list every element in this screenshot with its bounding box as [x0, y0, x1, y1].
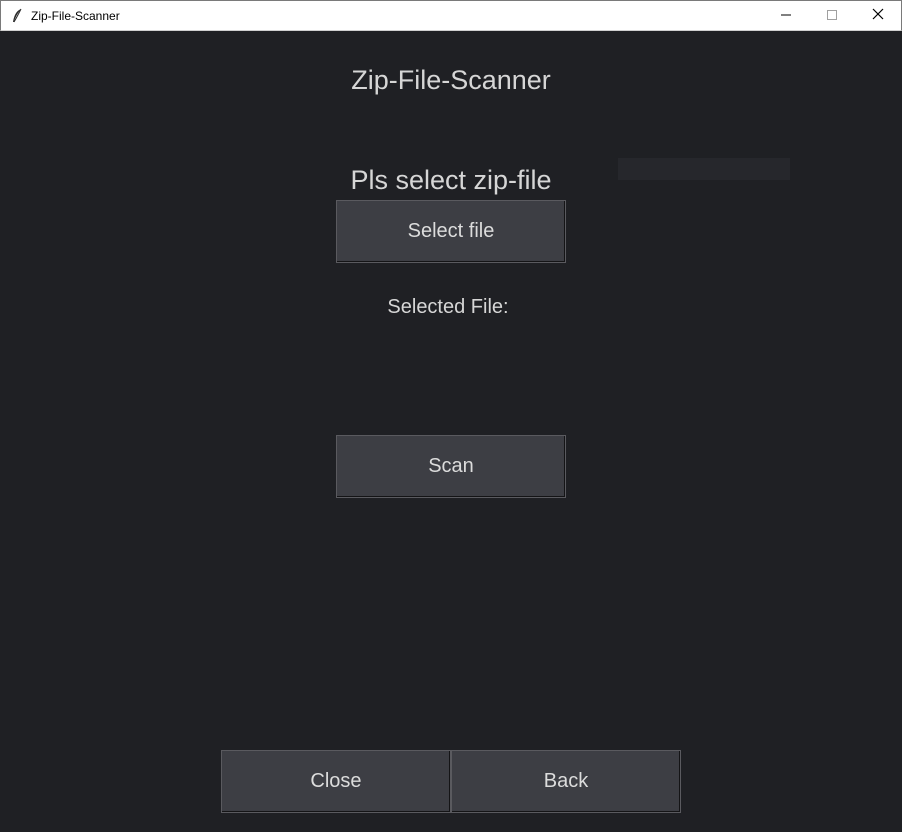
close-icon — [872, 7, 884, 25]
selected-file-label: Selected File: — [387, 296, 509, 318]
close-button[interactable]: Close — [221, 750, 451, 813]
main-content: Zip-File-Scanner Pls select zip-file Sel… — [0, 31, 902, 832]
minimize-icon — [781, 7, 791, 25]
maximize-icon — [827, 7, 837, 25]
feather-icon — [9, 8, 25, 24]
window-controls — [763, 1, 901, 31]
close-window-button[interactable] — [855, 1, 901, 31]
back-button[interactable]: Back — [451, 750, 681, 813]
scan-button[interactable]: Scan — [336, 435, 566, 498]
app-heading: Zip-File-Scanner — [351, 65, 551, 95]
select-prompt: Pls select zip-file — [350, 165, 552, 195]
window-title: Zip-File-Scanner — [31, 8, 120, 23]
title-bar[interactable]: Zip-File-Scanner — [0, 0, 902, 31]
app-window: Zip-File-Scanner Zip-File-Scanner Pls se… — [0, 0, 902, 832]
select-file-button[interactable]: Select file — [336, 200, 566, 263]
maximize-button[interactable] — [809, 1, 855, 31]
minimize-button[interactable] — [763, 1, 809, 31]
